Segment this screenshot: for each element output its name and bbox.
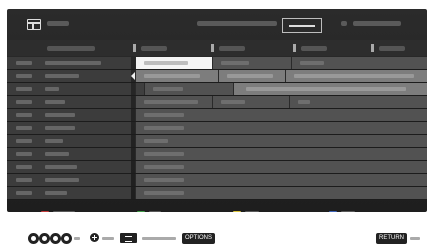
programme-cell[interactable] — [135, 109, 427, 121]
channel-row — [7, 135, 427, 148]
key-hint — [142, 237, 176, 240]
programme-cell[interactable] — [285, 70, 427, 82]
programme-cell[interactable] — [135, 96, 212, 108]
time-marker — [133, 44, 136, 52]
time-marker — [293, 44, 296, 52]
programme-cell[interactable] — [144, 83, 233, 95]
date-header — [47, 46, 95, 51]
programme-cell[interactable] — [212, 57, 291, 69]
green-key-label — [149, 211, 161, 212]
button-a-icon — [28, 233, 39, 244]
programme-cell[interactable] — [135, 161, 427, 173]
return-hint — [410, 237, 420, 240]
red-key[interactable] — [41, 211, 49, 212]
channel-row — [7, 83, 427, 96]
channel-row — [7, 96, 427, 109]
channel-cell[interactable] — [7, 70, 131, 82]
button-b-icon — [39, 233, 50, 244]
button-legend: OPTIONS RETURN — [0, 230, 433, 248]
guide-header — [7, 9, 427, 39]
plus-hint — [102, 237, 114, 240]
channel-row — [7, 70, 427, 83]
red-key-label — [53, 211, 75, 212]
channel-cell[interactable] — [7, 57, 131, 69]
program-guide — [7, 9, 427, 212]
channel-cell[interactable] — [7, 187, 131, 199]
plus-icon — [90, 233, 99, 242]
guide-title — [47, 21, 69, 26]
programme-cell[interactable] — [135, 83, 144, 95]
programme-cell[interactable] — [135, 70, 218, 82]
time-slot-4[interactable] — [379, 46, 405, 51]
colour-key-bar — [7, 207, 427, 212]
channel-row — [7, 187, 427, 200]
channel-cell[interactable] — [7, 174, 131, 186]
current-programme-info — [197, 21, 277, 26]
channel-cell[interactable] — [7, 161, 131, 173]
programme-cell-selected[interactable] — [135, 57, 212, 69]
time-slot-1[interactable] — [141, 46, 167, 51]
channel-cell[interactable] — [7, 148, 131, 160]
programme-cell[interactable] — [135, 148, 427, 160]
channel-row — [7, 109, 427, 122]
time-indicator — [282, 18, 322, 33]
channel-row — [7, 57, 427, 70]
date-label — [341, 21, 347, 26]
time-marker — [371, 44, 374, 52]
time-marker — [211, 44, 214, 52]
time-slot-header — [7, 40, 427, 56]
programme-cell[interactable] — [212, 96, 289, 108]
programme-cell[interactable] — [289, 96, 427, 108]
button-c-icon — [50, 233, 61, 244]
green-key[interactable] — [137, 211, 145, 212]
channel-cell[interactable] — [7, 135, 131, 147]
channel-cell[interactable] — [7, 83, 131, 95]
programme-cell[interactable] — [135, 122, 427, 134]
programme-cell[interactable] — [218, 70, 285, 82]
programme-cell[interactable] — [135, 187, 427, 199]
blue-key-label — [341, 211, 355, 212]
channel-row — [7, 148, 427, 161]
button-d-icon — [61, 233, 72, 244]
channel-row — [7, 161, 427, 174]
channel-cell[interactable] — [7, 122, 131, 134]
channel-cell[interactable] — [7, 96, 131, 108]
channel-cell[interactable] — [7, 109, 131, 121]
programme-grid — [7, 57, 427, 200]
clock-label — [353, 21, 401, 26]
return-button[interactable]: RETURN — [376, 233, 407, 244]
programme-cell[interactable] — [233, 83, 427, 95]
key-icon — [120, 233, 137, 243]
tv-guide-screen: OPTIONS RETURN — [0, 0, 433, 251]
time-slot-3[interactable] — [301, 46, 327, 51]
programme-cell[interactable] — [135, 135, 427, 147]
time-slot-2[interactable] — [219, 46, 245, 51]
blue-key[interactable] — [329, 211, 337, 212]
options-button[interactable]: OPTIONS — [182, 233, 216, 244]
yellow-key-label — [245, 211, 259, 212]
channel-row — [7, 174, 427, 187]
programme-cell[interactable] — [135, 174, 427, 186]
navigate-hint — [74, 237, 80, 240]
channel-row — [7, 122, 427, 135]
guide-icon — [27, 19, 41, 30]
programme-cell[interactable] — [291, 57, 427, 69]
yellow-key[interactable] — [233, 211, 241, 212]
